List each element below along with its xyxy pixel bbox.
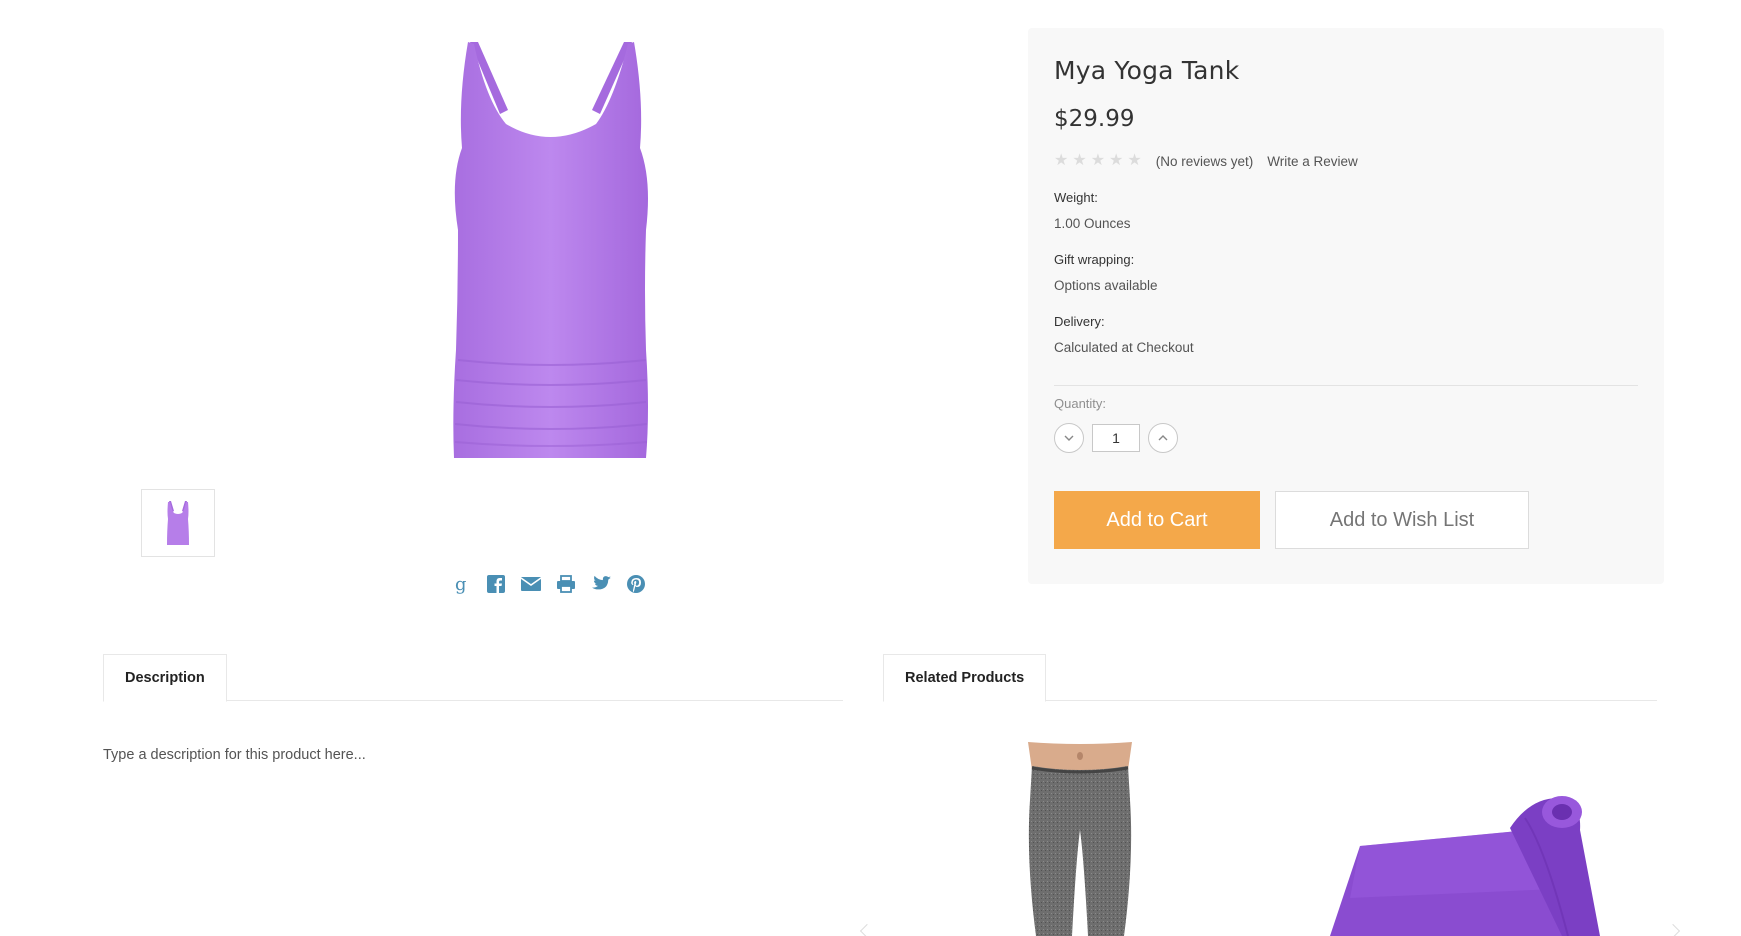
action-buttons: Add to Cart Add to Wish List — [1054, 491, 1638, 549]
spec-label: Weight: — [1054, 190, 1098, 205]
google-plus-icon[interactable]: g — [450, 573, 472, 595]
related-products-tabs: Related Products — [883, 654, 1657, 702]
star-icon: ★ — [1072, 152, 1087, 169]
spec-label: Gift wrapping: — [1054, 252, 1135, 267]
divider — [1054, 385, 1638, 386]
tab-description[interactable]: Description — [103, 654, 227, 702]
main-product-image[interactable] — [400, 30, 720, 470]
add-to-wishlist-button[interactable]: Add to Wish List — [1275, 491, 1529, 549]
decrease-quantity-button[interactable] — [1054, 423, 1084, 453]
related-product-yoga-mat-image[interactable] — [1300, 788, 1640, 936]
print-icon[interactable] — [555, 573, 577, 595]
product-title: Mya Yoga Tank — [1054, 56, 1240, 85]
spec-value: Options available — [1054, 278, 1158, 293]
facebook-icon[interactable] — [485, 573, 507, 595]
reviews-count: (No reviews yet) — [1155, 153, 1254, 169]
spec-gift-wrapping: Gift wrapping: Options available — [1054, 252, 1638, 293]
rating-row: ★ ★ ★ ★ ★ (No reviews yet) Write a Revie… — [1054, 153, 1638, 169]
quantity-input[interactable] — [1092, 424, 1140, 452]
increase-quantity-button[interactable] — [1148, 423, 1178, 453]
related-product-leggings-image[interactable] — [1010, 740, 1150, 936]
star-rating: ★ ★ ★ ★ ★ — [1054, 153, 1142, 169]
tab-related-products[interactable]: Related Products — [883, 654, 1047, 702]
star-icon: ★ — [1054, 152, 1069, 169]
quantity-label: Quantity: — [1054, 396, 1107, 411]
share-bar: g — [450, 573, 647, 595]
star-icon: ★ — [1109, 152, 1124, 169]
quantity-stepper — [1054, 423, 1638, 453]
spec-value: Calculated at Checkout — [1054, 340, 1194, 355]
spec-delivery: Delivery: Calculated at Checkout — [1054, 314, 1638, 355]
product-thumbnail[interactable] — [141, 489, 215, 557]
twitter-icon[interactable] — [590, 573, 612, 595]
chevron-down-icon — [1064, 435, 1074, 441]
spec-weight: Weight: 1.00 Ounces — [1054, 190, 1638, 231]
pinterest-icon[interactable] — [625, 573, 647, 595]
star-icon: ★ — [1127, 152, 1142, 169]
add-to-cart-button[interactable]: Add to Cart — [1054, 491, 1260, 549]
svg-text:g: g — [455, 574, 467, 594]
spec-label: Delivery: — [1054, 314, 1105, 329]
product-price: $29.99 — [1054, 106, 1135, 132]
spec-value: 1.00 Ounces — [1054, 216, 1131, 231]
carousel-next-arrow[interactable] — [1665, 923, 1681, 936]
chevron-up-icon — [1158, 435, 1168, 441]
carousel-prev-arrow[interactable] — [859, 923, 875, 936]
description-text: Type a description for this product here… — [103, 747, 366, 763]
star-icon: ★ — [1090, 152, 1106, 169]
write-review-link[interactable]: Write a Review — [1267, 154, 1358, 169]
email-icon[interactable] — [520, 573, 542, 595]
description-tabs: Description — [103, 654, 843, 702]
product-info-panel: Mya Yoga Tank $29.99 ★ ★ ★ ★ ★ (No revie… — [1028, 28, 1664, 584]
